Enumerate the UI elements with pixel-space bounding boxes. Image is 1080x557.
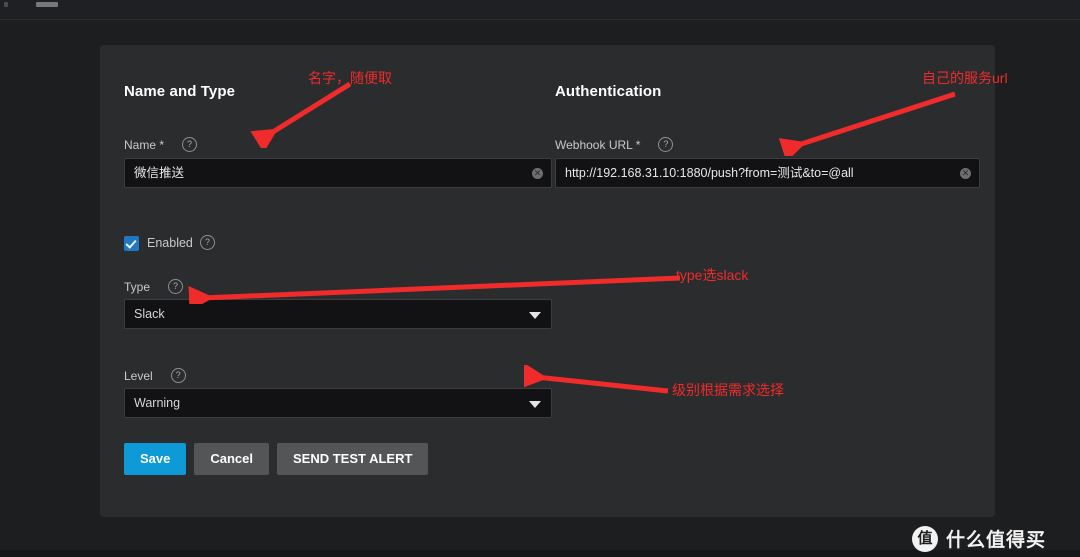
save-button[interactable]: Save (124, 443, 187, 475)
help-circle-icon[interactable]: ? (168, 279, 184, 295)
type-field-label: Type? (124, 279, 184, 295)
clear-circle-icon[interactable]: ✕ (532, 168, 543, 179)
help-circle-icon[interactable]: ? (658, 137, 674, 153)
annotation-arrow-name (250, 81, 352, 148)
form-actions: Save Cancel SEND TEST ALERT (124, 443, 436, 475)
help-circle-icon[interactable]: ? (199, 235, 215, 251)
clear-circle-icon[interactable]: ✕ (960, 168, 971, 179)
webhook-url-field-label: Webhook URL *? (555, 137, 674, 153)
top-chrome-strip (0, 0, 1080, 20)
section-title-name-and-type: Name and Type (124, 83, 236, 100)
cancel-button[interactable]: Cancel (194, 443, 270, 475)
name-input[interactable]: 微信推送 ✕ (124, 158, 552, 188)
enabled-label-text: Enabled (147, 236, 193, 251)
name-input-value: 微信推送 (134, 166, 185, 180)
send-test-alert-button[interactable]: SEND TEST ALERT (277, 443, 429, 475)
type-label-text: Type (124, 280, 151, 294)
page-background: Name and Type Name *? 微信推送 ✕ Enabled? Ty… (0, 20, 1080, 552)
webhook-url-input-value: http://192.168.31.10:1880/push?from=测试&t… (565, 166, 854, 180)
annotation-type-note: type选slack (676, 267, 749, 283)
annotation-level-note: 级别根据需求选择 (672, 382, 784, 398)
annotation-arrow-level (524, 365, 669, 394)
enabled-checkbox-row[interactable]: Enabled? (124, 235, 215, 253)
annotation-arrow-url (778, 91, 956, 156)
chevron-down-icon[interactable] (529, 312, 541, 319)
type-select-value: Slack (134, 307, 165, 321)
chrome-dot (4, 2, 8, 7)
watermark: 值什么值得买 (912, 525, 1046, 557)
chevron-down-icon[interactable] (529, 401, 541, 408)
name-label-text: Name * (124, 138, 165, 152)
annotation-arrow-type (188, 275, 681, 304)
annotation-url-note: 自己的服务url (922, 70, 1008, 86)
enabled-checkbox-label: Enabled? (147, 235, 215, 251)
name-field-label: Name *? (124, 137, 198, 153)
level-label-text: Level (124, 369, 153, 383)
webhook-url-input[interactable]: http://192.168.31.10:1880/push?from=测试&t… (555, 158, 980, 188)
section-title-authentication: Authentication (555, 83, 662, 100)
level-select-value: Warning (134, 396, 181, 410)
level-select[interactable]: Warning (124, 388, 552, 418)
level-field-label: Level? (124, 368, 186, 384)
chrome-tab-stub[interactable] (36, 2, 58, 7)
help-circle-icon[interactable]: ? (170, 368, 186, 384)
watermark-logo-icon: 值 (912, 525, 938, 552)
watermark-text: 什么值得买 (946, 530, 1047, 551)
help-circle-icon[interactable]: ? (182, 137, 198, 153)
webhook-url-label-text: Webhook URL * (555, 138, 641, 152)
enabled-checkbox[interactable] (124, 236, 139, 252)
